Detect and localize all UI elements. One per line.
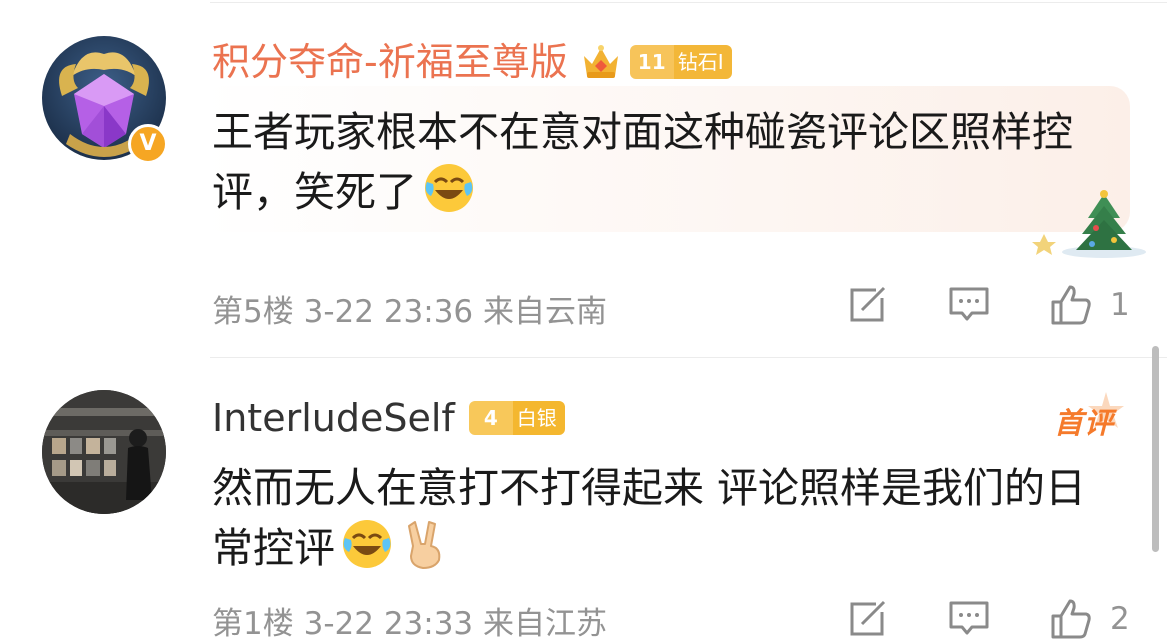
- scrollbar[interactable]: [1152, 346, 1159, 552]
- level-badge: 11 钻石I: [629, 45, 732, 79]
- crown-icon: [583, 45, 618, 78]
- comment-time: 23:36: [383, 294, 474, 330]
- level-name: 白银: [512, 401, 565, 435]
- avatar[interactable]: [42, 390, 166, 514]
- like-count: 1: [1110, 287, 1130, 323]
- level-number: 11: [629, 45, 674, 79]
- level-badge: 4 白银: [468, 401, 565, 435]
- comment-date: 3-22: [303, 606, 374, 642]
- like-thumb-icon[interactable]: [1050, 598, 1092, 640]
- first-comment-label: 首评: [1054, 406, 1115, 440]
- level-name: 钻石I: [673, 45, 732, 79]
- comment-text: 王者玩家根本不在意对面这种碰瓷评论区照样控评，笑死了: [212, 102, 1092, 222]
- floor-number: 第1楼: [212, 606, 294, 642]
- like-thumb-icon[interactable]: [1050, 284, 1092, 326]
- laugh-cry-emoji-icon: [343, 520, 391, 568]
- comment-body: 王者玩家根本不在意对面这种碰瓷评论区照样控评，笑死了: [212, 108, 1073, 216]
- username[interactable]: InterludeSelf: [212, 394, 455, 442]
- christmas-tree-decoration-icon: [1032, 190, 1146, 258]
- victory-hand-emoji-icon: [408, 521, 441, 569]
- repost-icon[interactable]: [846, 284, 888, 326]
- comment-time: 23:33: [383, 606, 474, 642]
- reply-comment-icon[interactable]: [948, 598, 990, 640]
- reply-comment-icon[interactable]: [948, 284, 990, 326]
- level-number: 4: [468, 401, 513, 435]
- comment-meta: 第5楼 3-22 23:36 来自云南: [212, 286, 607, 331]
- comment-text: 然而无人在意打不打得起来 评论照样是我们的日常控评: [212, 458, 1112, 578]
- repost-icon[interactable]: [846, 598, 888, 640]
- comment-location: 来自云南: [483, 294, 608, 330]
- laugh-cry-emoji-icon: [425, 164, 473, 212]
- verified-badge-icon: V: [128, 124, 168, 164]
- comment-meta: 第1楼 3-22 23:33 来自江苏: [212, 598, 607, 643]
- comment-item: V 积分夺命-祈福至尊版 11 钻石I 王者玩家根本不在意对面这种碰瓷评论区照样…: [0, 0, 1167, 357]
- comment-item: InterludeSelf 4 白银 首评 然而无人在意打不打得起来 评论照样是…: [0, 358, 1167, 643]
- floor-number: 第5楼: [212, 294, 294, 330]
- comment-date: 3-22: [303, 294, 374, 330]
- like-count: 2: [1110, 601, 1130, 637]
- username[interactable]: 积分夺命-祈福至尊版: [212, 38, 568, 86]
- comment-location: 来自江苏: [483, 606, 608, 642]
